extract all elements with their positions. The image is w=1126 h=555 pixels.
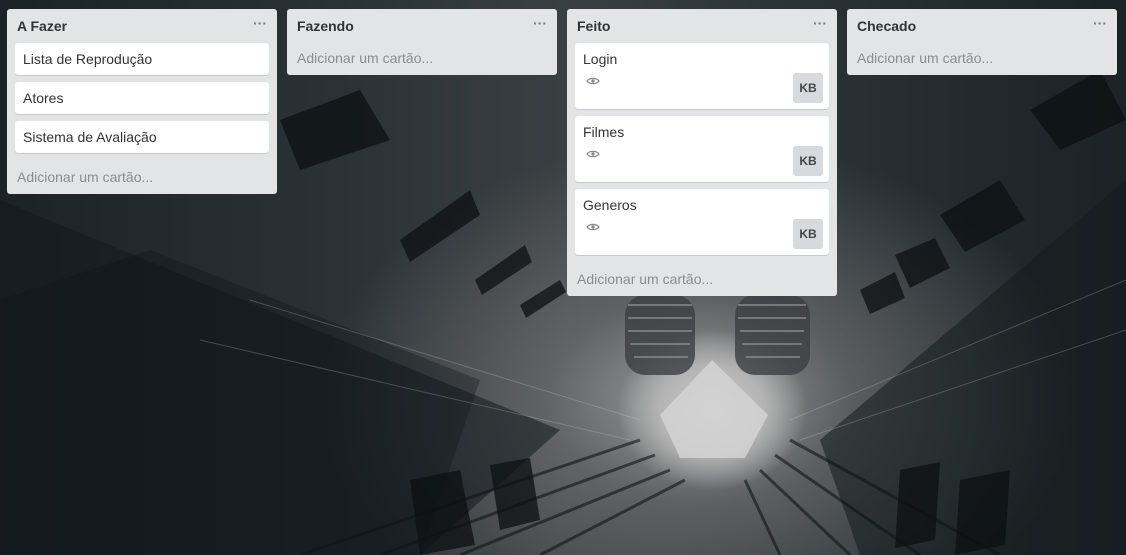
- eye-icon: [586, 223, 600, 231]
- card-title: Atores: [23, 90, 64, 106]
- card-title: Filmes: [583, 124, 625, 140]
- card[interactable]: Generos KB: [575, 189, 829, 255]
- list-menu-icon[interactable]: ···: [1093, 15, 1107, 31]
- list-header: Feito ···: [567, 9, 837, 43]
- board: A Fazer ··· Lista de Reprodução Atores S…: [0, 0, 1126, 555]
- list-menu-icon[interactable]: ···: [253, 15, 267, 31]
- list-title[interactable]: A Fazer: [17, 18, 67, 34]
- member-avatar[interactable]: KB: [793, 146, 823, 176]
- list-fazendo: Fazendo ··· Adicionar um cartão...: [287, 9, 557, 75]
- list-header: Checado ···: [847, 9, 1117, 43]
- card-title: Lista de Reprodução: [23, 51, 153, 67]
- member-avatar[interactable]: KB: [793, 73, 823, 103]
- list-a-fazer: A Fazer ··· Lista de Reprodução Atores S…: [7, 9, 277, 194]
- add-card-button[interactable]: Adicionar um cartão...: [7, 160, 277, 194]
- card-list: Login KB Filmes KB Generos KB: [567, 43, 837, 255]
- card[interactable]: Atores: [15, 82, 269, 114]
- card-title: Sistema de Avaliação: [23, 129, 157, 145]
- list-feito: Feito ··· Login KB Filmes KB Generos KB …: [567, 9, 837, 296]
- add-card-button[interactable]: Adicionar um cartão...: [847, 41, 1117, 75]
- member-avatar[interactable]: KB: [793, 219, 823, 249]
- list-header: Fazendo ···: [287, 9, 557, 43]
- card[interactable]: Filmes KB: [575, 116, 829, 182]
- add-card-button[interactable]: Adicionar um cartão...: [287, 41, 557, 75]
- list-title[interactable]: Feito: [577, 18, 610, 34]
- add-card-button[interactable]: Adicionar um cartão...: [567, 262, 837, 296]
- card[interactable]: Login KB: [575, 43, 829, 109]
- list-title[interactable]: Fazendo: [297, 18, 354, 34]
- eye-icon: [586, 150, 600, 158]
- card-list: Lista de Reprodução Atores Sistema de Av…: [7, 43, 277, 153]
- list-menu-icon[interactable]: ···: [813, 15, 827, 31]
- card-title: Generos: [583, 197, 637, 213]
- card[interactable]: Sistema de Avaliação: [15, 121, 269, 153]
- list-checado: Checado ··· Adicionar um cartão...: [847, 9, 1117, 75]
- card-title: Login: [583, 51, 618, 67]
- card[interactable]: Lista de Reprodução: [15, 43, 269, 75]
- list-title[interactable]: Checado: [857, 18, 916, 34]
- list-header: A Fazer ···: [7, 9, 277, 43]
- eye-icon: [586, 77, 600, 85]
- list-menu-icon[interactable]: ···: [533, 15, 547, 31]
